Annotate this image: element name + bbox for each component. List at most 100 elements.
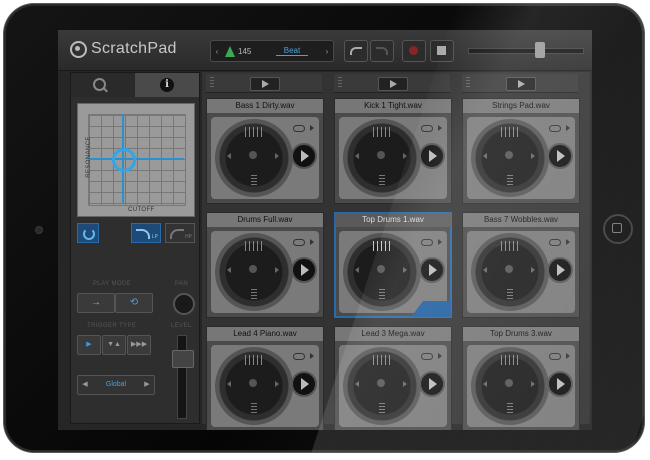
sample-cell[interactable]: Bass 1 Dirty.wav: [206, 98, 324, 204]
sample-waveform-disc[interactable]: [343, 119, 421, 197]
column-play-button[interactable]: [506, 77, 536, 91]
column-meter: [210, 77, 214, 89]
xy-crosshair-horizontal: [88, 158, 184, 160]
sample-name: Lead 4 Piano.wav: [207, 327, 323, 341]
disc-left-arrow-icon: [227, 381, 231, 387]
loop-arrow-icon: [310, 239, 314, 245]
loop-icon[interactable]: [293, 239, 305, 246]
stop-icon: [437, 46, 446, 55]
disc-right-arrow-icon: [275, 267, 279, 273]
tempo-control: ‹ 145 Beat ›: [210, 40, 334, 62]
sample-play-button[interactable]: [291, 257, 317, 283]
trigger-type-2-button[interactable]: ▼▲: [102, 335, 126, 355]
power-icon: [83, 228, 95, 240]
level-fader[interactable]: [172, 335, 194, 419]
undo-button[interactable]: [344, 40, 368, 62]
disc-meter: [507, 403, 513, 415]
sample-waveform-disc[interactable]: [215, 347, 293, 425]
sample-play-button[interactable]: [419, 143, 445, 169]
top-toolbar: ScratchPad ‹ 145 Beat ›: [58, 30, 592, 71]
sample-waveform-disc[interactable]: [343, 233, 421, 311]
filter-power-button[interactable]: [77, 223, 99, 243]
metronome-icon[interactable]: [225, 45, 235, 57]
column-play-button[interactable]: [250, 77, 280, 91]
disc-right-arrow-icon: [403, 267, 407, 273]
volume-slider-thumb[interactable]: [535, 42, 545, 58]
tablet-device: ScratchPad ‹ 145 Beat › i RESONANCE CUTO…: [4, 4, 644, 452]
home-button[interactable]: [603, 214, 633, 244]
disc-meter: [379, 289, 385, 301]
sample-play-button[interactable]: [291, 143, 317, 169]
pan-knob[interactable]: [173, 293, 195, 315]
sample-play-button[interactable]: [419, 257, 445, 283]
beat-selector[interactable]: Beat: [276, 46, 308, 56]
disc-meter: [379, 175, 385, 187]
stop-button[interactable]: [430, 40, 454, 62]
highpass-curve-icon: [170, 229, 184, 239]
disc-left-arrow-icon: [355, 153, 359, 159]
filter-xy-pad[interactable]: RESONANCE CUTOFF: [77, 103, 195, 217]
play-mode-loop-button[interactable]: ⟲: [115, 293, 153, 313]
sample-cell[interactable]: Bass 7 Wobbles.wav: [462, 212, 580, 318]
sample-play-button[interactable]: [419, 371, 445, 397]
disc-left-arrow-icon: [483, 381, 487, 387]
sample-cell[interactable]: Lead 4 Piano.wav: [206, 326, 324, 430]
tempo-increase-button[interactable]: ›: [321, 47, 333, 56]
sample-play-button[interactable]: [547, 371, 573, 397]
sample-cell[interactable]: Top Drums 1.wav: [334, 212, 452, 318]
highpass-button[interactable]: HP: [165, 223, 195, 243]
sample-waveform-disc[interactable]: [471, 233, 549, 311]
redo-button[interactable]: [370, 40, 394, 62]
app-title: ScratchPad: [91, 40, 177, 57]
level-label: LEVEL: [171, 323, 192, 329]
loop-icon[interactable]: [421, 239, 433, 246]
trigger-type-1-button[interactable]: ▶: [77, 335, 101, 355]
sample-name: Drums Full.wav: [207, 213, 323, 227]
trigger-type-3-button[interactable]: ▶▶▶: [127, 335, 151, 355]
sample-pad: [467, 117, 575, 199]
xy-pad-handle[interactable]: [112, 148, 136, 172]
level-fader-thumb[interactable]: [172, 350, 194, 368]
sample-waveform-disc[interactable]: [343, 347, 421, 425]
sample-cell[interactable]: Strings Pad.wav: [462, 98, 580, 204]
record-button[interactable]: [402, 40, 426, 62]
quantize-next-button[interactable]: ▶: [142, 376, 152, 393]
sample-play-button[interactable]: [291, 371, 317, 397]
sample-cell[interactable]: Lead 3 Mega.wav: [334, 326, 452, 430]
loop-icon[interactable]: [421, 353, 433, 360]
column-play-button[interactable]: [378, 77, 408, 91]
quantize-prev-button[interactable]: ◀: [80, 376, 90, 393]
sample-cell[interactable]: Drums Full.wav: [206, 212, 324, 318]
disc-left-arrow-icon: [227, 267, 231, 273]
search-icon: [93, 78, 106, 91]
master-volume-slider[interactable]: [468, 42, 584, 58]
lowpass-button[interactable]: LP: [131, 223, 161, 243]
loop-icon[interactable]: [293, 353, 305, 360]
loop-icon[interactable]: [421, 125, 433, 132]
loop-icon[interactable]: [549, 353, 561, 360]
tab-browse[interactable]: [71, 73, 135, 97]
sample-play-button[interactable]: [547, 257, 573, 283]
loop-icon[interactable]: [293, 125, 305, 132]
tab-info[interactable]: i: [135, 73, 199, 97]
sample-play-button[interactable]: [547, 143, 573, 169]
sample-waveform-disc[interactable]: [215, 119, 293, 197]
sample-waveform-disc[interactable]: [471, 119, 549, 197]
sample-waveform-disc[interactable]: [215, 233, 293, 311]
loop-icon[interactable]: [549, 125, 561, 132]
disc-center: [377, 379, 385, 387]
tempo-decrease-button[interactable]: ‹: [211, 47, 223, 56]
column-header: [206, 74, 322, 93]
sample-cell[interactable]: Kick 1 Tight.wav: [334, 98, 452, 204]
quantize-value: Global: [105, 381, 127, 388]
column-header: [462, 74, 578, 93]
sample-cell[interactable]: Top Drums 3.wav: [462, 326, 580, 430]
sample-waveform-disc[interactable]: [471, 347, 549, 425]
loop-icon[interactable]: [549, 239, 561, 246]
quantize-selector[interactable]: ◀ Global ▶: [77, 375, 155, 395]
play-mode-oneshot-button[interactable]: →: [77, 293, 115, 313]
trigger-type-label: TRIGGER TYPE: [87, 323, 137, 329]
disc-level-ticks: [373, 241, 391, 251]
tempo-value[interactable]: 145: [238, 47, 260, 56]
loop-arrow-icon: [566, 353, 570, 359]
